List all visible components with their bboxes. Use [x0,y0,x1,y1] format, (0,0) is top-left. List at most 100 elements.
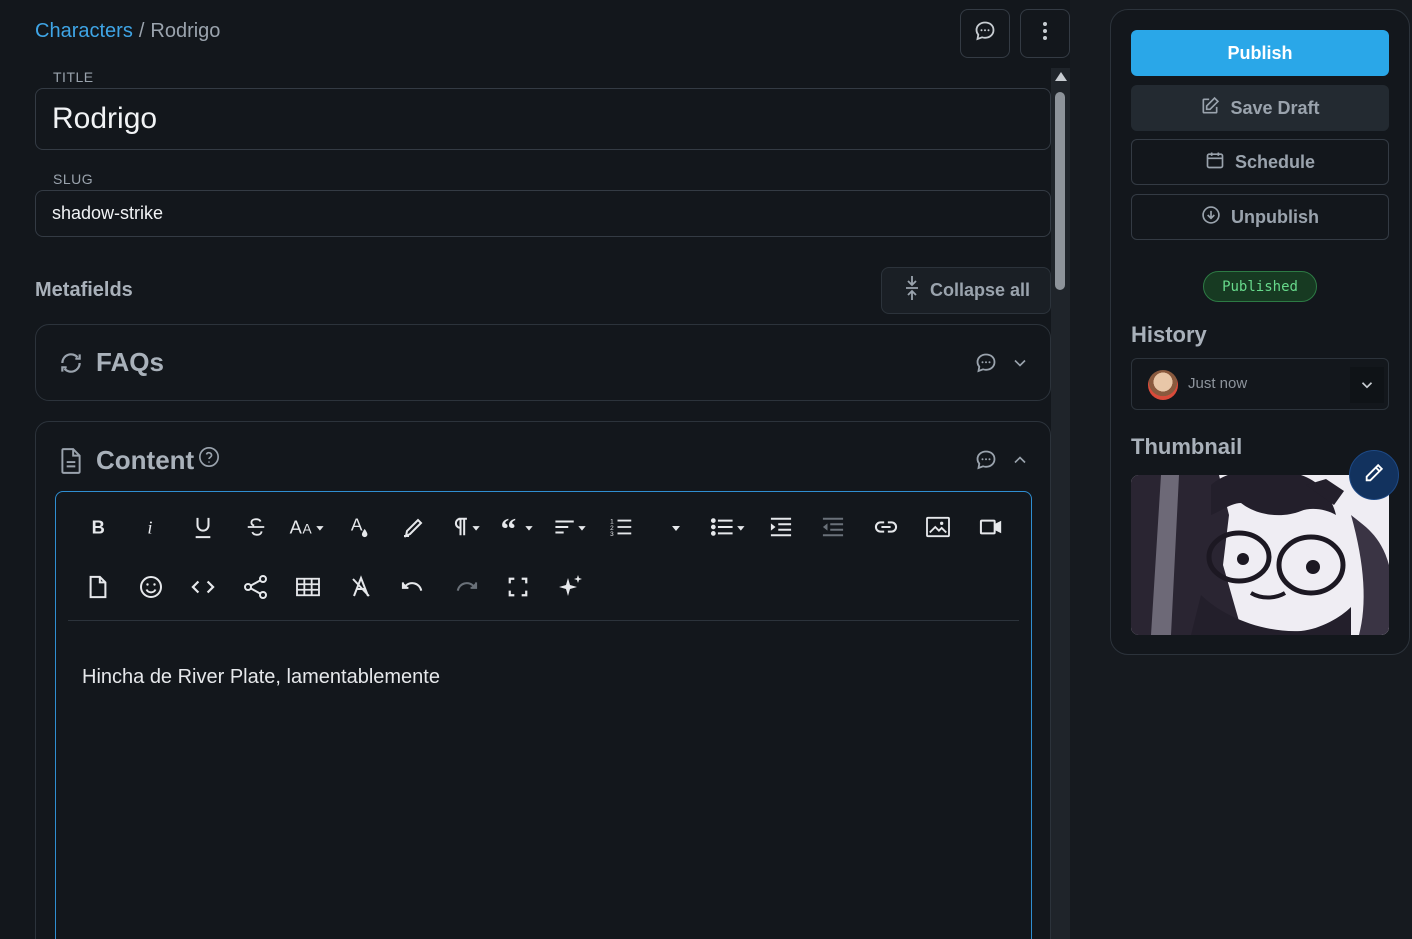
sync-icon [58,350,84,376]
toolbar-divider [68,620,1019,621]
clear-format-button[interactable] [335,569,388,609]
chevron-down-icon[interactable] [1010,353,1030,373]
share-button[interactable] [230,569,283,609]
chevron-up-icon[interactable] [1010,450,1030,470]
underline-icon [192,515,214,544]
align-button[interactable] [545,509,598,549]
unordered-list-button[interactable] [702,509,755,549]
paragraph-format-button[interactable] [440,509,493,549]
breadcrumb-current: Rodrigo [150,20,221,42]
video-icon [978,516,1004,543]
title-label: TITLE [53,69,94,85]
align-left-icon [552,516,590,543]
title-input[interactable] [36,89,1050,149]
collapse-icon [902,275,922,306]
code-icon [190,576,216,603]
more-options-button[interactable] [1020,9,1070,58]
svg-text:i: i [147,517,152,537]
scrollbar[interactable] [1051,68,1070,939]
fullscreen-button[interactable] [492,569,545,609]
font-color-button[interactable]: A [335,509,388,549]
help-icon[interactable] [198,446,220,468]
comment-icon [973,19,997,48]
indent-icon [768,516,794,543]
svg-text:A: A [351,515,363,535]
rich-text-editor[interactable]: B i AA A “ 123 Hincha de River Plate, la… [55,491,1032,939]
faqs-panel[interactable]: FAQs [35,324,1051,401]
unpublish-button[interactable]: Unpublish [1131,194,1389,240]
save-draft-label: Save Draft [1230,97,1320,118]
thumbnail-image[interactable] [1131,475,1389,635]
ordered-list-button[interactable]: 123 [597,509,650,549]
editor-toolbar-row-1: B i AA A “ 123 [72,509,1017,549]
publish-label: Publish [1227,42,1293,63]
chevron-down-icon [1350,367,1384,403]
file-icon [87,575,109,604]
breadcrumb: Characters / Rodrigo [35,20,220,43]
undo-icon [400,576,426,603]
insert-file-button[interactable] [72,569,125,609]
schedule-label: Schedule [1234,151,1316,172]
strikethrough-icon [245,516,267,543]
thumbnail-heading: Thumbnail [1131,434,1243,459]
breadcrumb-parent-link[interactable]: Characters [35,20,133,42]
comments-button[interactable] [960,9,1010,58]
highlight-button[interactable] [387,509,440,549]
redo-button[interactable] [440,569,493,609]
editor-content-text[interactable]: Hincha de River Plate, lamentablemente [82,666,440,689]
schedule-button[interactable]: Schedule [1131,139,1389,185]
unordered-list-icon [709,516,747,543]
comment-icon[interactable] [974,351,998,375]
highlighter-icon [401,515,425,544]
sparkles-icon [558,574,584,605]
redo-icon [453,576,479,603]
ai-assist-button[interactable] [545,569,598,609]
italic-icon: i [140,516,162,543]
save-draft-button[interactable]: Save Draft [1131,85,1389,131]
scroll-thumb[interactable] [1055,92,1065,290]
undo-button[interactable] [387,569,440,609]
slug-input[interactable] [36,191,1050,236]
strikethrough-button[interactable] [230,509,283,549]
svg-text:3: 3 [610,531,614,538]
download-circle-icon [1201,205,1221,230]
font-size-button[interactable]: AA [282,509,335,549]
editor-toolbar-row-2 [72,569,597,609]
underline-button[interactable] [177,509,230,549]
publish-button[interactable]: Publish [1131,30,1389,76]
collapse-all-button[interactable]: Collapse all [881,267,1051,314]
slug-field-wrapper [35,190,1051,237]
bold-icon: B [87,516,109,543]
code-view-button[interactable] [177,569,230,609]
more-vertical-icon [1033,19,1057,48]
history-select[interactable]: Just now [1131,358,1389,410]
bold-button[interactable]: B [72,509,125,549]
clear-format-icon [349,574,373,604]
comment-icon[interactable] [974,448,998,472]
emoticon-button[interactable] [125,569,178,609]
metafields-heading: Metafields [35,279,133,301]
history-value: Just now [1188,375,1248,392]
link-button[interactable] [860,509,913,549]
quote-button[interactable]: “ [492,509,545,549]
edit-icon [1200,96,1220,121]
unpublish-label: Unpublish [1231,206,1319,227]
scroll-up-arrow[interactable] [1055,72,1067,81]
svg-text:A: A [290,516,303,537]
ordered-list-dropdown[interactable] [650,509,703,549]
image-icon [925,516,951,543]
calendar-icon [1205,150,1225,175]
main-content: Characters/Rodrigo TITLE SLUG Metafields… [0,0,1070,939]
outdent-button[interactable] [807,509,860,549]
smiley-icon [139,575,163,604]
edit-thumbnail-button[interactable] [1349,450,1399,500]
video-button[interactable] [965,509,1018,549]
table-button[interactable] [282,569,335,609]
caret-down-icon [671,520,681,538]
italic-button[interactable]: i [125,509,178,549]
publish-sidebar: Publish Save Draft Schedule Unpublish Pu… [1110,9,1410,655]
indent-button[interactable] [755,509,808,549]
font-color-icon: A [350,514,372,544]
breadcrumb-separator: / [138,20,145,42]
image-button[interactable] [912,509,965,549]
